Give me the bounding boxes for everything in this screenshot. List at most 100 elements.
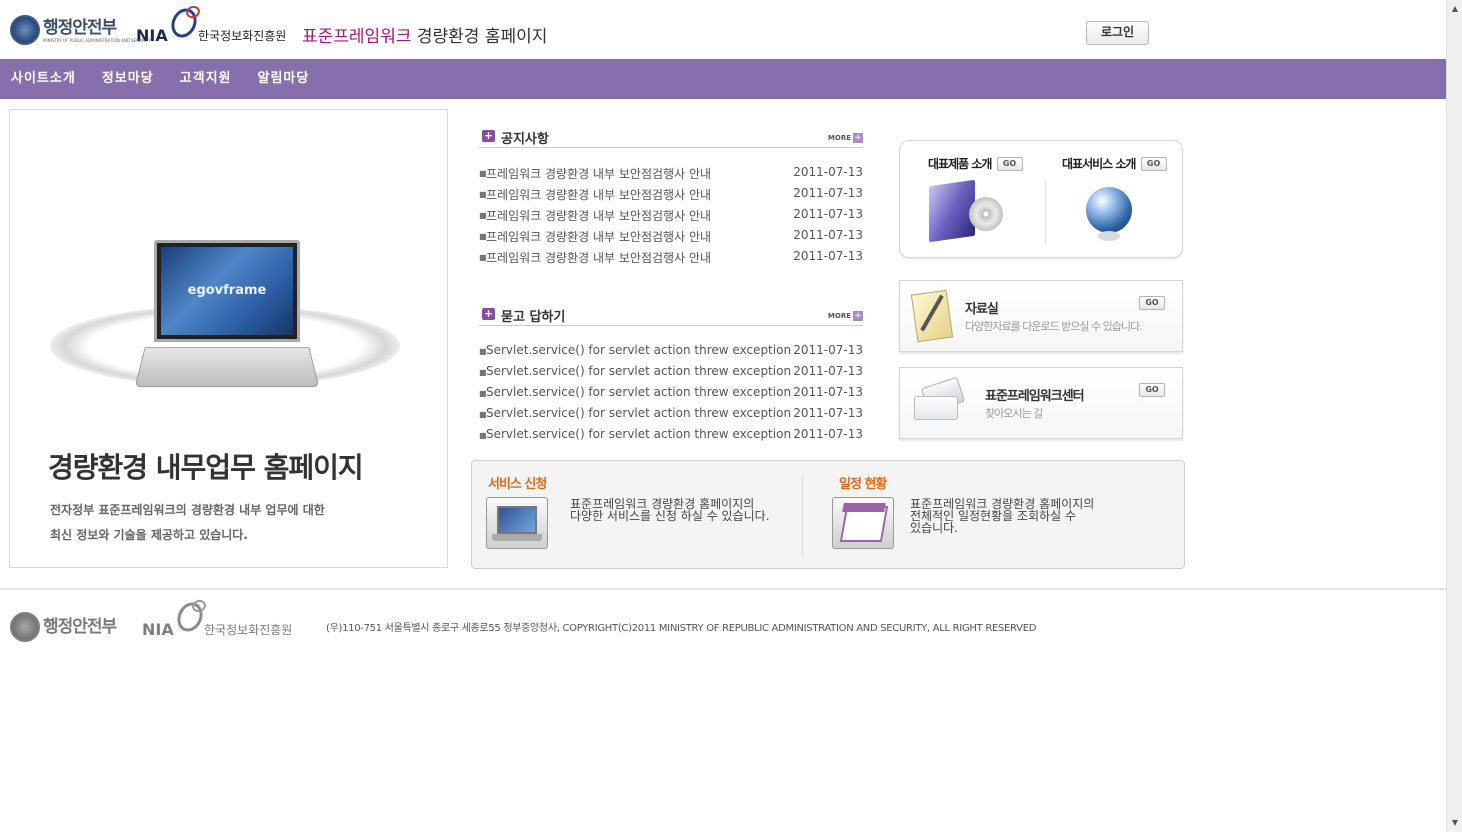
list-item-title: 프레임워크 경량환경 내부 보안점검행사 안내 (486, 209, 712, 223)
list-item[interactable]: ■ Servlet.service() for servlet action th… (479, 364, 863, 385)
site-title-rest: 경량환경 홈페이지 (411, 27, 548, 47)
laptop-service-icon[interactable] (486, 497, 548, 549)
laptop-icon: egovframe (154, 240, 300, 342)
list-item[interactable]: ■ Servlet.service() for servlet action th… (479, 385, 863, 406)
hero-desc-line1: 전자정부 표준프레임워크의 경량환경 내부 업무에 대한 (50, 503, 325, 517)
list-item-title: Servlet.service() for servlet action thr… (486, 364, 792, 378)
scroll-up-icon[interactable]: ▲ (1449, 3, 1461, 15)
nia-logo-ko: 한국정보화진흥원 (198, 29, 287, 43)
government-seal-icon (10, 15, 40, 45)
schedule-desc: 표준프레임워크 경량환경 홈페이지의 전체적인 일정현황을 조회하실 수 있습니… (910, 497, 1095, 535)
list-item-date: 2011-07-13 (793, 343, 863, 357)
more-plus-icon: + (853, 311, 863, 321)
center-subtitle: 찾아오시는 길 (985, 407, 1043, 420)
product-box-icon[interactable] (925, 179, 1003, 243)
nav-item-support[interactable]: 고객지원 (180, 59, 232, 99)
center-go-button[interactable]: GO (1139, 383, 1165, 397)
archive-box[interactable]: 자료실 다양한자료를 다운로드 받으실 수 있습니다. GO (899, 280, 1183, 352)
more-label: MORE (827, 312, 851, 320)
list-item-date: 2011-07-13 (793, 228, 863, 242)
government-seal-icon (10, 612, 40, 642)
notice-board: + 공지사항 MORE + ■ 프레임워크 경량환경 내부 보안점검행사 안내 20… (479, 126, 863, 270)
nia-logo-text: NIA (136, 26, 168, 45)
main-nav: 사이트소개 정보마당 고객지원 알림마당 (0, 59, 1446, 99)
list-item-date: 2011-07-13 (793, 364, 863, 378)
disc-icon (969, 197, 1003, 231)
list-item[interactable]: ■ 프레임워크 경량환경 내부 보안점검행사 안내 2011-07-13 (479, 249, 863, 270)
schedule[interactable]: 일정 현황 (839, 473, 887, 492)
list-item-title: Servlet.service() for servlet action thr… (486, 406, 792, 420)
notice-more-button[interactable]: MORE + (828, 133, 863, 143)
plus-icon: + (482, 129, 495, 142)
mopas-logo[interactable]: 행정안전부 MINISTRY OF PUBLIC ADMINISTRATION … (10, 15, 151, 45)
list-item[interactable]: ■ Servlet.service() for servlet action th… (479, 406, 863, 427)
product-intro-label: 대표제품 소개 (928, 157, 992, 171)
list-item[interactable]: ■ 프레임워크 경량환경 내부 보안점검행사 안내 2011-07-13 (479, 228, 863, 249)
mopas-logo-text: 행정안전부 (43, 17, 117, 38)
service-apply-title: 서비스 신청 (488, 477, 547, 492)
list-item-date: 2011-07-13 (793, 207, 863, 221)
list-item-title: 프레임워크 경량환경 내부 보안점검행사 안내 (486, 167, 712, 181)
hero-desc-line2: 최신 정보와 기술을 제공하고 있습니다. (50, 528, 248, 542)
notice-list: ■ 프레임워크 경량환경 내부 보안점검행사 안내 2011-07-13 ■ 프레임워… (479, 165, 863, 270)
qna-title: 묻고 답하기 (501, 310, 566, 325)
schedule-title: 일정 현황 (839, 477, 887, 492)
footer-nia-logo: NIA 한국정보화진흥원 (142, 597, 302, 640)
plus-icon: + (482, 307, 495, 320)
list-item[interactable]: ■ 프레임워크 경량환경 내부 보안점검행사 안내 2011-07-13 (479, 207, 863, 228)
product-go-button[interactable]: GO (996, 156, 1023, 171)
list-item-title: 프레임워크 경량환경 내부 보안점검행사 안내 (486, 251, 712, 265)
laptop-base-icon (134, 347, 320, 388)
list-item-date: 2011-07-13 (793, 249, 863, 263)
footer-mopas-logo-text: 행정안전부 (43, 617, 117, 637)
mopas-logo-en: MINISTRY OF PUBLIC ADMINISTRATION AND SE… (43, 37, 151, 43)
qna-board: + 묻고 답하기 MORE + ■ Servlet.service() for s… (479, 304, 863, 448)
archive-title: 자료실 (965, 302, 999, 317)
center-box[interactable]: 표준프레임워크센터 찾아오시는 길 GO (899, 367, 1183, 439)
list-item-title: 프레임워크 경량환경 내부 보안점검행사 안내 (486, 230, 712, 244)
list-item[interactable]: ■ Servlet.service() for servlet action th… (479, 427, 863, 448)
calendar-icon[interactable] (832, 497, 894, 549)
service-go-button[interactable]: GO (1140, 156, 1167, 171)
globe-icon[interactable] (1086, 185, 1132, 243)
list-item[interactable]: ■ 프레임워크 경량환경 내부 보안점검행사 안내 2011-07-13 (479, 186, 863, 207)
nav-item-info[interactable]: 정보마당 (102, 59, 154, 99)
service-apply-desc: 표준프레임워크 경량환경 홈페이지의 다양한 서비스를 신청 하실 수 있습니다… (570, 497, 770, 523)
representative-box: 대표제품 소개 GO 대표서비스 소개 GO (899, 140, 1183, 258)
list-item-date: 2011-07-13 (793, 406, 863, 420)
archive-go-button[interactable]: GO (1139, 296, 1165, 310)
list-item[interactable]: ■ Servlet.service() for servlet action th… (479, 343, 863, 364)
hero-title: 경량환경 내무업무 홈페이지 (48, 451, 364, 484)
footer-divider (0, 588, 1446, 590)
qna-more-button[interactable]: MORE + (828, 311, 863, 321)
service-box: 서비스 신청 표준프레임워크 경량환경 홈페이지의 다양한 서비스를 신청 하실… (471, 460, 1185, 569)
scroll-down-icon[interactable]: ▼ (1449, 817, 1461, 829)
list-item-date: 2011-07-13 (793, 385, 863, 399)
list-item-title: 프레임워크 경량환경 내부 보안점검행사 안내 (486, 188, 712, 202)
list-item-date: 2011-07-13 (793, 186, 863, 200)
header: 행정안전부 MINISTRY OF PUBLIC ADMINISTRATION … (0, 0, 1446, 59)
footer-nia-logo-text: NIA (142, 620, 174, 639)
laptop-screen-brand: egovframe (187, 283, 267, 298)
login-button[interactable]: 로그인 (1086, 21, 1149, 45)
service-intro-label: 대표서비스 소개 (1062, 157, 1136, 171)
nia-logo[interactable]: NIA 한국정보화진흥원 (136, 3, 296, 46)
product-intro: 대표제품 소개 GO (928, 153, 1058, 172)
nav-item-site-intro[interactable]: 사이트소개 (11, 59, 76, 99)
hero-description: 전자정부 표준프레임워크의 경량환경 내부 업무에 대한 최신 정보와 기술을 … (50, 498, 325, 548)
list-item[interactable]: ■ 프레임워크 경량환경 내부 보안점검행사 안내 2011-07-13 (479, 165, 863, 186)
notice-title: 공지사항 (501, 132, 549, 147)
list-item-title: Servlet.service() for servlet action thr… (486, 343, 792, 357)
center-title: 표준프레임워크센터 (985, 389, 1085, 404)
footer-mopas-logo: 행정안전부 (10, 612, 117, 642)
footer-nia-logo-ko: 한국정보화진흥원 (204, 623, 293, 637)
more-label: MORE (827, 134, 851, 142)
business-card-icon (910, 376, 968, 424)
service-apply[interactable]: 서비스 신청 (488, 473, 547, 492)
vertical-scrollbar[interactable]: ▲ ▼ (1446, 0, 1462, 832)
site-title: 표준프레임워크 경량환경 홈페이지 (302, 22, 547, 47)
qna-header: + 묻고 답하기 MORE + (479, 304, 863, 326)
nav-item-notice[interactable]: 알림마당 (258, 59, 310, 99)
divider (802, 475, 803, 557)
list-item-date: 2011-07-13 (793, 165, 863, 179)
